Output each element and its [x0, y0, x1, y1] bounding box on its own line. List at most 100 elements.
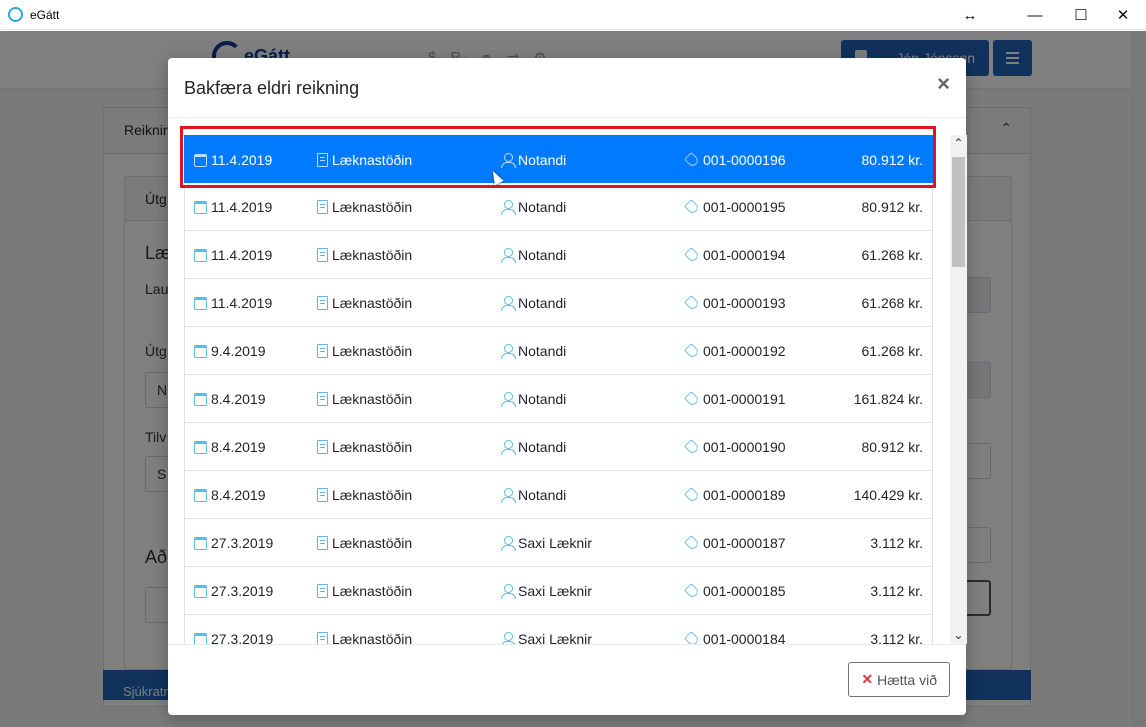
- invoice-number-cell: 001-0000189: [684, 487, 786, 503]
- invoice-row[interactable]: 8.4.2019 Læknastöðin Notandi 001-0000189 140…: [184, 471, 933, 519]
- invoice-clinic-cell: Læknastöðin: [317, 247, 412, 263]
- invoice-date: 8.4.2019: [211, 439, 266, 455]
- modal-scrollbar[interactable]: ⌃ ⌄: [950, 135, 967, 644]
- invoice-amount: 61.268 kr.: [861, 295, 924, 311]
- calendar-icon: [194, 344, 207, 358]
- user-icon: [501, 536, 516, 551]
- modal-header: Bakfæra eldri reikning ×: [168, 58, 966, 118]
- user-icon: [501, 200, 516, 215]
- invoice-clinic-cell: Læknastöðin: [317, 391, 412, 407]
- invoice-amount: 80.912 kr.: [861, 152, 924, 168]
- invoice-clinic-cell: Læknastöðin: [317, 199, 412, 215]
- tag-icon: [684, 535, 700, 551]
- tag-icon: [684, 583, 700, 599]
- close-icon: ✕: [861, 671, 874, 687]
- invoice-user-cell: Notandi: [501, 391, 566, 407]
- invoice-row[interactable]: 27.3.2019 Læknastöðin Saxi Læknir 001-00001…: [184, 615, 933, 644]
- invoice-date: 11.4.2019: [211, 152, 273, 168]
- calendar-icon: [194, 296, 207, 310]
- window-titlebar: eGátt ↔ — ☐ ✕: [0, 0, 1146, 30]
- invoice-user: Notandi: [518, 295, 567, 311]
- invoice-row[interactable]: 11.4.2019 Læknastöðin Notandi 001-0000195 80…: [184, 183, 933, 231]
- tag-icon: [684, 439, 700, 455]
- invoice-row[interactable]: 8.4.2019 Læknastöðin Notandi 001-0000191 161…: [184, 375, 933, 423]
- building-icon: [317, 200, 328, 214]
- invoice-amount: 61.268 kr.: [861, 343, 924, 359]
- invoice-row[interactable]: 27.3.2019 Læknastöðin Saxi Læknir 001-00001…: [184, 519, 933, 567]
- invoice-user: Notandi: [518, 152, 567, 168]
- calendar-icon: [194, 584, 207, 598]
- user-icon: [501, 440, 516, 455]
- cancel-button[interactable]: ✕ Hætta við: [848, 662, 950, 697]
- invoice-amount: 3.112 kr.: [870, 535, 923, 551]
- invoice-user: Saxi Læknir: [518, 631, 592, 644]
- invoice-clinic: Læknastöðin: [332, 199, 413, 215]
- invoice-number: 001-0000185: [703, 583, 786, 599]
- invoice-row[interactable]: 27.3.2019 Læknastöðin Saxi Læknir 001-00001…: [184, 567, 933, 615]
- invoice-user-cell: Notandi: [501, 199, 566, 215]
- invoice-amount: 80.912 kr.: [861, 199, 924, 215]
- window-title: eGátt: [30, 8, 60, 22]
- invoice-number-cell: 001-0000191: [684, 391, 786, 407]
- invoice-date-cell: 8.4.2019: [194, 391, 266, 407]
- invoice-row[interactable]: 11.4.2019 Læknastöðin Notandi 001-0000196 80…: [184, 135, 933, 183]
- invoice-amount-cell: 80.912 kr.: [862, 152, 924, 168]
- invoice-date: 11.4.2019: [211, 199, 273, 215]
- invoice-number-cell: 001-0000193: [684, 295, 786, 311]
- building-icon: [317, 153, 328, 167]
- scrollbar-thumb[interactable]: [952, 157, 965, 267]
- building-icon: [317, 536, 328, 550]
- invoice-amount-cell: 3.112 kr.: [870, 535, 923, 551]
- user-icon: [501, 584, 516, 599]
- reverse-invoice-modal: Bakfæra eldri reikning × 11.4.2019 Læknas…: [168, 58, 967, 715]
- close-icon[interactable]: ×: [937, 73, 950, 95]
- invoice-list: 11.4.2019 Læknastöðin Notandi 001-0000196 80…: [184, 135, 933, 644]
- invoice-number: 001-0000194: [703, 247, 786, 263]
- invoice-user: Notandi: [518, 391, 567, 407]
- resize-icon[interactable]: ↔: [947, 0, 993, 30]
- invoice-user: Saxi Læknir: [518, 535, 592, 551]
- invoice-user-cell: Saxi Læknir: [501, 535, 592, 551]
- invoice-date-cell: 27.3.2019: [194, 631, 273, 644]
- tag-icon: [684, 631, 700, 644]
- building-icon: [317, 488, 328, 502]
- user-icon: [501, 632, 516, 644]
- building-icon: [317, 584, 328, 598]
- invoice-clinic: Læknastöðin: [332, 535, 413, 551]
- invoice-number-cell: 001-0000195: [684, 199, 786, 215]
- invoice-amount: 80.912 kr.: [861, 439, 924, 455]
- tag-icon: [684, 152, 700, 168]
- invoice-amount: 3.112 kr.: [870, 583, 923, 599]
- calendar-icon: [194, 536, 207, 550]
- user-icon: [501, 488, 516, 503]
- scroll-up-icon[interactable]: ⌃: [950, 135, 967, 152]
- tag-icon: [684, 247, 700, 263]
- building-icon: [317, 344, 328, 358]
- minimize-button[interactable]: —: [1012, 0, 1058, 30]
- invoice-row[interactable]: 11.4.2019 Læknastöðin Notandi 001-0000194 61…: [184, 231, 933, 279]
- invoice-clinic-cell: Læknastöðin: [317, 631, 412, 644]
- invoice-row[interactable]: 9.4.2019 Læknastöðin Notandi 001-0000192 61.…: [184, 327, 933, 375]
- invoice-number: 001-0000193: [703, 295, 786, 311]
- invoice-clinic-cell: Læknastöðin: [317, 152, 412, 168]
- invoice-amount-cell: 61.268 kr.: [862, 343, 924, 359]
- invoice-date-cell: 11.4.2019: [194, 152, 272, 168]
- invoice-date: 27.3.2019: [211, 583, 274, 599]
- maximize-button[interactable]: ☐: [1058, 0, 1104, 30]
- invoice-clinic-cell: Læknastöðin: [317, 295, 412, 311]
- invoice-date-cell: 27.3.2019: [194, 535, 273, 551]
- invoice-clinic: Læknastöðin: [332, 583, 413, 599]
- invoice-date: 27.3.2019: [211, 631, 274, 644]
- calendar-icon: [194, 488, 207, 502]
- building-icon: [317, 392, 328, 406]
- invoice-user-cell: Saxi Læknir: [501, 583, 592, 599]
- invoice-date-cell: 11.4.2019: [194, 199, 272, 215]
- scroll-down-icon[interactable]: ⌄: [950, 627, 967, 644]
- invoice-row[interactable]: 8.4.2019 Læknastöðin Notandi 001-0000190 80.…: [184, 423, 933, 471]
- invoice-number: 001-0000187: [703, 535, 786, 551]
- invoice-amount-cell: 3.112 kr.: [870, 583, 923, 599]
- invoice-number-cell: 001-0000194: [684, 247, 786, 263]
- close-window-button[interactable]: ✕: [1100, 0, 1146, 30]
- invoice-amount: 61.268 kr.: [861, 247, 924, 263]
- invoice-row[interactable]: 11.4.2019 Læknastöðin Notandi 001-0000193 61…: [184, 279, 933, 327]
